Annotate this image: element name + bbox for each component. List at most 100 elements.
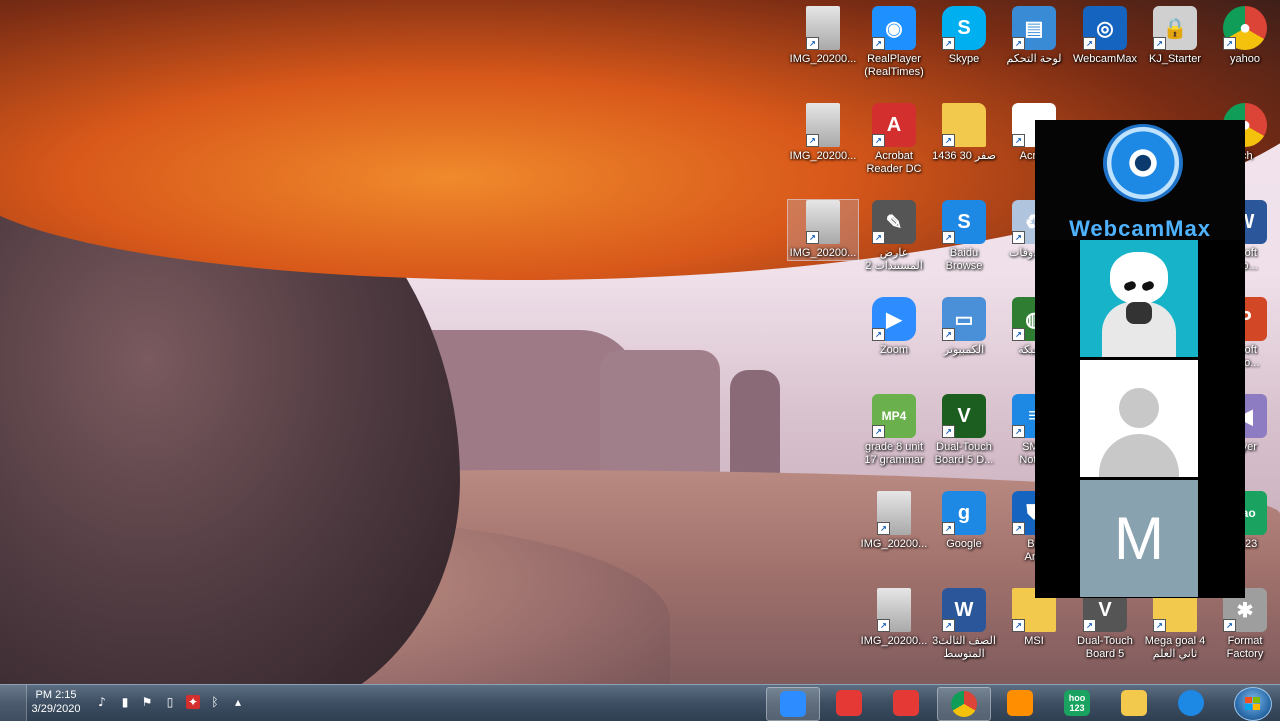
hao123-icon: hoo 123 (1064, 690, 1090, 716)
shortcut-arrow-icon: ↗ (1223, 619, 1236, 632)
shortcut-arrow-icon: ↗ (1083, 619, 1096, 632)
desktop-icon-img5[interactable]: ↗ IMG_20200... (859, 588, 929, 648)
desktop-icon-control-panel[interactable]: ▤ ↗ لوحة التحكم (999, 6, 1069, 66)
shortcut-arrow-icon: ↗ (872, 134, 885, 147)
taskbar-record-button[interactable] (880, 687, 932, 719)
desktop-icon-skype[interactable]: S ↗ Skype (929, 6, 999, 66)
desktop-icon-img4[interactable]: ↗ IMG_20200... (859, 491, 929, 551)
taskbar-zoom-button[interactable] (766, 687, 820, 721)
desktop-icon-dual-touch[interactable]: V ↗ Dual-Touch Board 5 (1070, 588, 1140, 661)
desktop-icon-kj-starter[interactable]: 🔒 ↗ KJ_Starter (1140, 6, 1210, 66)
desktop-icon-baidu[interactable]: S ↗ Baidu Browse (929, 200, 999, 273)
desktop-icon-label: Dual-Touch Board 5 (1077, 635, 1133, 660)
desktop-icon-label: RealPlayer (RealTimes) (864, 53, 924, 78)
signature-icon: ✎ ↗ (872, 200, 916, 244)
desktop-icon-label: Skype (948, 53, 980, 65)
desktop-icon-label: WebcamMax (1073, 53, 1137, 65)
desktop-icon-acrobat-dc[interactable]: A ↗ Acrobat Reader DC (859, 103, 929, 176)
flag-icon[interactable]: ⚑ (140, 695, 154, 709)
shortcut-arrow-icon: ↗ (1153, 619, 1166, 632)
volume-icon[interactable]: ♪ (95, 695, 109, 709)
shortcut-arrow-icon: ↗ (872, 328, 885, 341)
image-file-icon: ↗ (806, 200, 840, 244)
desktop-icon-computer[interactable]: ▭ ↗ الكمبيوتر (929, 297, 999, 357)
desktop-icon-label: IMG_20200... (860, 538, 928, 550)
folder-icon: ↗ (942, 103, 986, 147)
desktop-icon-dual-touch-d[interactable]: V ↗ Dual-Touch Board 5 D... (929, 394, 999, 467)
desktop-icon-label: Mega goal 4 ثاني العلم (1144, 635, 1206, 660)
shortcut-arrow-icon: ↗ (806, 134, 819, 147)
desktop-icon-realplayer[interactable]: ◉ ↗ RealPlayer (RealTimes) (859, 6, 929, 79)
chrome-icon: ●↗ (1223, 6, 1267, 50)
baidu-icon: S ↗ (942, 200, 986, 244)
shortcut-arrow-icon: ↗ (942, 231, 955, 244)
desktop-icon-label: IMG_20200... (789, 53, 857, 65)
taskbar-clock[interactable]: PM 2:15 3/29/2020 (28, 688, 84, 716)
shortcut-arrow-icon: ↗ (1012, 425, 1025, 438)
desktop-icon-folder-1436[interactable]: ↗ صفر 30 1436 (929, 103, 999, 163)
skype-icon: S ↗ (942, 6, 986, 50)
taskbar-explorer-button[interactable] (1108, 687, 1160, 719)
taskbar: PM 2:15 3/29/2020 ♪ ▮ ⚑ ▯ ✦ ᛒ ▴ hoo 123 (0, 684, 1280, 721)
desktop-icon-label: IMG_20200... (789, 247, 857, 259)
taskbar-ie-button[interactable] (1165, 687, 1217, 719)
taskbar-hao123-button[interactable]: hoo 123 (1051, 687, 1103, 719)
desktop-icon-label: الكمبيوتر (943, 344, 985, 356)
mp4-file-icon: MP4 ↗ (872, 394, 916, 438)
desktop-icon-label: grade 8 unit 17 grammar (864, 441, 924, 466)
show-hidden-icon[interactable]: ▴ (231, 695, 245, 709)
desktop-icon-yahoo[interactable]: ● ↗ yahoo (1210, 6, 1280, 66)
clock-time: PM 2:15 (35, 689, 77, 701)
taskbar-media-button[interactable] (994, 687, 1046, 719)
desktop-icon-label: عارض المستندات 2 (865, 247, 923, 272)
video-tile-initial: M (1080, 480, 1198, 597)
desktop-icon-img2[interactable]: ↗ IMG_20200... (788, 103, 858, 163)
desktop-icon-sign-docs[interactable]: ✎ ↗ عارض المستندات 2 (859, 200, 929, 273)
desktop-icon-google[interactable]: g ↗ Google (929, 491, 999, 551)
desktop-icon-zoom[interactable]: ▶ ↗ Zoom (859, 297, 929, 357)
taskbar-chrome-button[interactable] (937, 687, 991, 721)
shortcut-arrow-icon: ↗ (942, 619, 955, 632)
desktop-icon-grade3-doc[interactable]: W ↗ 3الصف الثالث المتوسط (929, 588, 999, 661)
desktop-icon-mega-goal[interactable]: ↗ Mega goal 4 ثاني العلم (1140, 588, 1210, 661)
shortcut-arrow-icon: ↗ (872, 425, 885, 438)
start-button[interactable] (1234, 687, 1272, 721)
desktop-icon-label: Google (946, 538, 982, 550)
desktop-icon-format-factory[interactable]: ✱ ↗ Format Factory (1210, 588, 1280, 661)
lock-shield-icon: 🔒 ↗ (1153, 6, 1197, 50)
desktop-icon-label: Zoom (879, 344, 909, 356)
computer-icon: ▭ ↗ (942, 297, 986, 341)
shortcut-arrow-icon: ↗ (1012, 231, 1025, 244)
video-tile-default-avatar (1080, 360, 1198, 477)
taskbar-baidu-button[interactable] (823, 687, 875, 719)
shortcut-arrow-icon: ↗ (942, 134, 955, 147)
desktop-icon-webcammax[interactable]: ◎ ↗ WebcamMax (1070, 6, 1140, 66)
acrobat-tray-icon[interactable]: ✦ (186, 695, 200, 709)
desktop-icon-img3[interactable]: ↗ IMG_20200... (787, 199, 859, 261)
desktop-icon-img1[interactable]: ↗ IMG_20200... (788, 6, 858, 66)
zoom-icon (780, 691, 806, 717)
desktop-icon-label: Acrobat Reader DC (866, 150, 922, 175)
image-file-icon: ↗ (806, 103, 840, 147)
webcam-overlay: WebcamMax M (1035, 120, 1245, 598)
shortcut-arrow-icon: ↗ (872, 231, 885, 244)
desktop-icon-label: IMG_20200... (860, 635, 928, 647)
baidu-icon (836, 690, 862, 716)
bluetooth-icon[interactable]: ᛒ (208, 695, 222, 709)
marshmello-head-icon (1110, 252, 1168, 304)
media-player-icon (1007, 690, 1033, 716)
shortcut-arrow-icon: ↗ (1012, 37, 1025, 50)
shortcut-arrow-icon: ↗ (1012, 134, 1025, 147)
shortcut-arrow-icon: ↗ (942, 522, 955, 535)
desktop-icon-label: IMG_20200... (789, 150, 857, 162)
shortcut-arrow-icon: ↗ (1012, 619, 1025, 632)
desktop-icon-label: لوحة التحكم (1006, 53, 1062, 65)
network-signal-icon[interactable]: ▮ (118, 695, 132, 709)
webcammax-logo: WebcamMax (1035, 120, 1245, 240)
image-file-icon: ↗ (806, 6, 840, 50)
battery-icon[interactable]: ▯ (163, 695, 177, 709)
shortcut-arrow-icon: ↗ (1223, 37, 1236, 50)
show-desktop-button[interactable] (0, 685, 27, 721)
desktop-icon-mp4-file[interactable]: MP4 ↗ grade 8 unit 17 grammar (859, 394, 929, 467)
shortcut-arrow-icon: ↗ (877, 522, 890, 535)
